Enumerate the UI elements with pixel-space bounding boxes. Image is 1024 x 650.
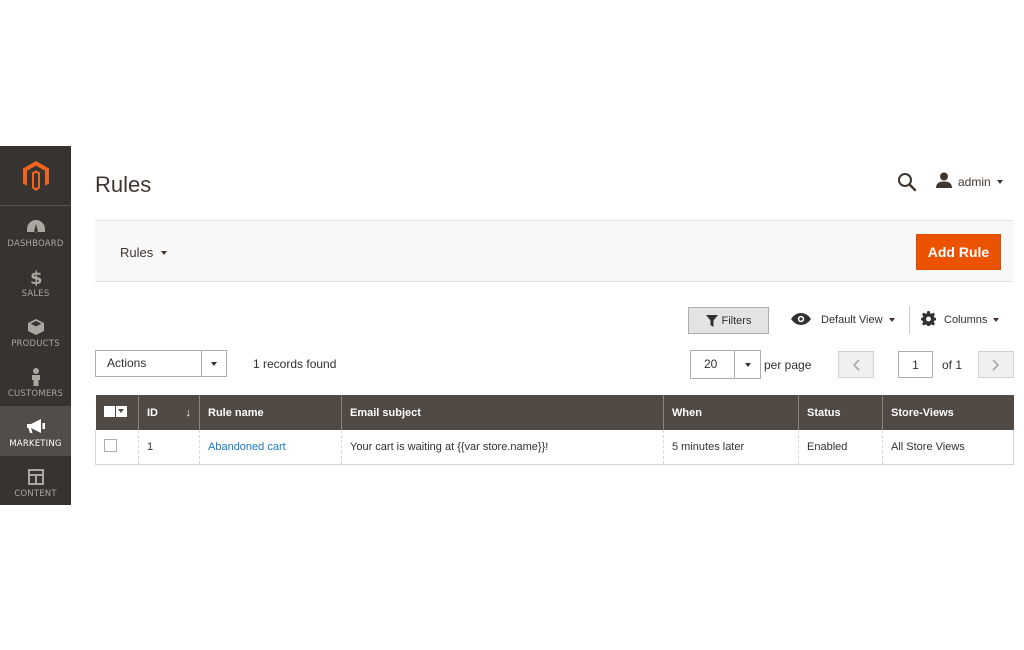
chevron-down-icon bbox=[888, 318, 895, 322]
user-account-menu[interactable]: admin bbox=[936, 172, 1003, 192]
filter-icon bbox=[705, 314, 718, 327]
cell-rule-name: Abandoned cart bbox=[199, 430, 342, 465]
page-title: Rules bbox=[95, 172, 152, 197]
eye-icon bbox=[791, 312, 811, 328]
default-view-dropdown[interactable]: Default View bbox=[791, 312, 895, 328]
magento-logo[interactable] bbox=[0, 146, 71, 206]
column-header-email-subject[interactable]: Email subject bbox=[341, 395, 664, 430]
admin-sidebar: Dashboard $ Sales Products Customers Mar… bbox=[0, 146, 71, 505]
row-select-cell bbox=[95, 430, 139, 465]
column-header-status[interactable]: Status bbox=[798, 395, 883, 430]
column-header-when[interactable]: When bbox=[663, 395, 799, 430]
sidebar-item-marketing[interactable]: Marketing bbox=[0, 406, 71, 456]
column-header-rule-name[interactable]: Rule name bbox=[199, 395, 342, 430]
current-page-input[interactable] bbox=[898, 351, 933, 378]
sidebar-item-label: Customers bbox=[7, 389, 64, 399]
switcher-label: Rules bbox=[120, 245, 154, 260]
sidebar-item-dashboard[interactable]: Dashboard bbox=[0, 206, 71, 256]
mass-select-header bbox=[95, 395, 139, 430]
chevron-down-icon bbox=[201, 351, 226, 376]
per-page-select[interactable]: 20 bbox=[690, 350, 761, 379]
column-header-id[interactable]: ID ↓ bbox=[138, 395, 200, 430]
chevron-down-icon bbox=[734, 351, 760, 378]
magento-logo-icon bbox=[22, 160, 49, 191]
sidebar-item-content[interactable]: Content bbox=[0, 456, 71, 506]
previous-page-button[interactable] bbox=[838, 351, 874, 378]
search-icon[interactable] bbox=[897, 172, 917, 192]
chevron-down-icon bbox=[993, 318, 1000, 322]
sidebar-item-products[interactable]: Products bbox=[0, 306, 71, 356]
mass-select-dropdown[interactable] bbox=[103, 405, 127, 417]
sidebar-item-sales[interactable]: $ Sales bbox=[0, 256, 71, 306]
sidebar-item-customers[interactable]: Customers bbox=[0, 356, 71, 406]
chevron-down-icon bbox=[161, 250, 168, 255]
select-all-checkbox bbox=[103, 405, 115, 417]
layout-icon bbox=[27, 468, 45, 486]
records-count: 1 records found bbox=[253, 357, 337, 371]
chevron-down-icon bbox=[115, 405, 127, 417]
cell-status: Enabled bbox=[798, 430, 883, 465]
rule-name-link[interactable]: Abandoned cart bbox=[208, 441, 286, 453]
sidebar-item-label: Marketing bbox=[9, 439, 62, 449]
megaphone-icon bbox=[26, 418, 45, 436]
sort-arrow-icon: ↓ bbox=[185, 406, 192, 419]
grid-header-row: ID ↓ Rule name Email subject When Status… bbox=[95, 395, 1014, 430]
sidebar-item-label: Content bbox=[14, 489, 57, 499]
user-name: admin bbox=[958, 175, 991, 189]
gear-icon bbox=[921, 311, 936, 329]
mass-actions-select[interactable]: Actions bbox=[95, 350, 227, 377]
sidebar-item-label: Products bbox=[11, 339, 60, 349]
columns-dropdown[interactable]: Columns bbox=[921, 311, 1000, 329]
sidebar-item-label: Dashboard bbox=[7, 239, 64, 249]
rules-switcher-dropdown[interactable]: Rules bbox=[120, 245, 168, 260]
filters-label: Filters bbox=[721, 314, 752, 327]
svg-text:$: $ bbox=[30, 268, 43, 286]
row-checkbox[interactable] bbox=[104, 438, 117, 452]
dollar-icon: $ bbox=[27, 268, 45, 286]
view-label: Default View bbox=[821, 314, 883, 326]
dashboard-icon bbox=[26, 218, 45, 236]
person-icon bbox=[27, 368, 45, 386]
cube-icon bbox=[27, 318, 45, 336]
cell-id: 1 bbox=[138, 430, 200, 465]
cell-when: 5 minutes later bbox=[663, 430, 799, 465]
table-row[interactable]: 1 Abandoned cart Your cart is waiting at… bbox=[95, 430, 1014, 465]
chevron-down-icon bbox=[996, 180, 1003, 184]
add-rule-button[interactable]: Add Rule bbox=[916, 234, 1001, 270]
chevron-left-icon bbox=[852, 358, 860, 371]
actions-value: Actions bbox=[107, 356, 147, 370]
columns-label: Columns bbox=[944, 314, 988, 326]
chevron-right-icon bbox=[992, 358, 1000, 371]
toolbar-divider bbox=[909, 306, 910, 334]
user-icon bbox=[936, 172, 952, 193]
per-page-value: 20 bbox=[704, 357, 718, 371]
column-header-store-views[interactable]: Store-Views bbox=[882, 395, 1014, 430]
page-actions-bar: Rules Add Rule bbox=[95, 220, 1013, 282]
page-total: of 1 bbox=[942, 358, 963, 372]
per-page-label: per page bbox=[764, 358, 812, 372]
cell-store-views: All Store Views bbox=[882, 430, 1014, 465]
rules-grid: ID ↓ Rule name Email subject When Status… bbox=[95, 395, 1014, 465]
sidebar-item-label: Sales bbox=[21, 289, 50, 299]
filters-button[interactable]: Filters bbox=[688, 307, 769, 334]
cell-email-subject: Your cart is waiting at {{var store.name… bbox=[341, 430, 664, 465]
next-page-button[interactable] bbox=[978, 351, 1014, 378]
